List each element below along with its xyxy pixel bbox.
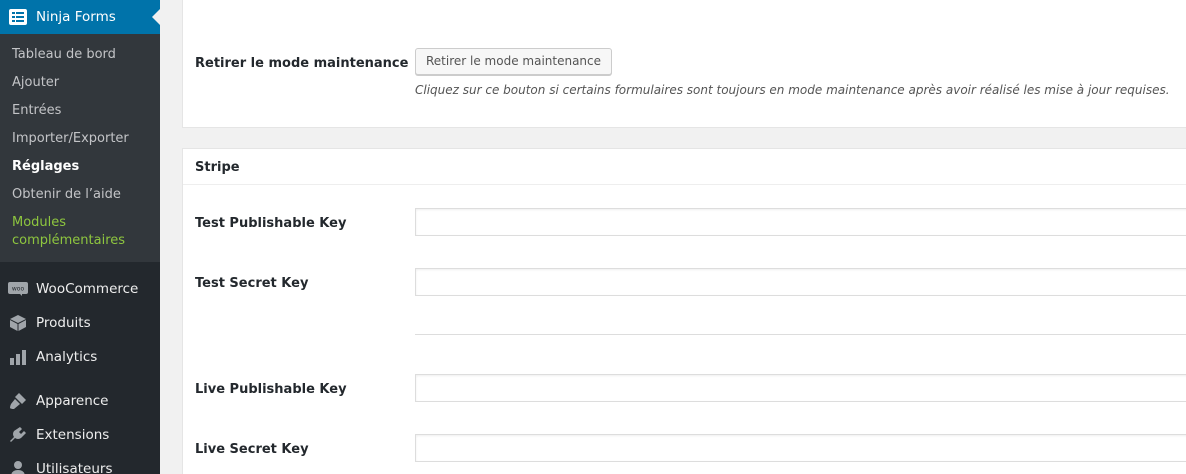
live-publishable-key-input[interactable]	[415, 374, 1186, 402]
bar-chart-icon	[8, 347, 28, 367]
live-secret-key-label: Live Secret Key	[195, 442, 309, 457]
test-publishable-key-input[interactable]	[415, 208, 1186, 236]
settings-content: Retirer le mode maintenance Retirer le m…	[160, 0, 1186, 474]
stripe-card: Stripe Test Publishable Key Test Secret …	[182, 148, 1186, 474]
live-secret-key-input[interactable]	[415, 434, 1186, 462]
menu-analytics-label: Analytics	[36, 349, 98, 365]
submenu-importer-exporter[interactable]: Importer/Exporter	[0, 130, 160, 148]
maintenance-description: Cliquez sur ce bouton si certains formul…	[415, 83, 1170, 97]
menu-extensions[interactable]: Extensions	[0, 418, 160, 452]
menu-produits[interactable]: Produits	[0, 306, 160, 340]
test-publishable-key-label: Test Publishable Key	[195, 216, 347, 231]
ninja-forms-submenu: Tableau de bord Ajouter Entrées Importer…	[0, 34, 160, 262]
user-icon	[8, 459, 28, 474]
menu-woocommerce[interactable]: woo WooCommerce	[0, 272, 160, 306]
menu-utilisateurs[interactable]: Utilisateurs	[0, 452, 160, 474]
test-secret-key-input[interactable]	[415, 268, 1186, 296]
submenu-tableau-de-bord[interactable]: Tableau de bord	[0, 46, 160, 64]
stripe-header: Stripe	[183, 149, 1186, 185]
menu-analytics[interactable]: Analytics	[0, 340, 160, 374]
menu-extensions-label: Extensions	[36, 427, 110, 443]
menu-woocommerce-label: WooCommerce	[36, 281, 139, 297]
current-menu-arrow	[152, 9, 160, 25]
stripe-title: Stripe	[195, 160, 240, 175]
woocommerce-icon: woo	[8, 279, 28, 299]
submenu-entrees[interactable]: Entrées	[0, 102, 160, 120]
menu-ninja-forms-label: Ninja Forms	[36, 9, 116, 25]
admin-sidebar: Ninja Forms Tableau de bord Ajouter Entr…	[0, 0, 160, 474]
stripe-divider	[415, 334, 1186, 335]
submenu-ajouter[interactable]: Ajouter	[0, 74, 160, 92]
box-icon	[8, 313, 28, 333]
test-secret-key-label: Test Secret Key	[195, 276, 309, 291]
submenu-obtenir-aide[interactable]: Obtenir de l’aide	[0, 186, 160, 204]
submenu-reglages[interactable]: Réglages	[0, 158, 160, 176]
svg-text:woo: woo	[12, 286, 25, 293]
maintenance-card: Retirer le mode maintenance Retirer le m…	[182, 0, 1186, 128]
menu-produits-label: Produits	[36, 315, 91, 331]
live-publishable-key-label: Live Publishable Key	[195, 382, 347, 397]
menu-apparence[interactable]: Apparence	[0, 384, 160, 418]
menu-utilisateurs-label: Utilisateurs	[36, 461, 113, 474]
submenu-modules-complementaires[interactable]: Modules complémentaires	[0, 214, 160, 250]
menu-ninja-forms[interactable]: Ninja Forms	[0, 0, 160, 34]
plugin-icon	[8, 425, 28, 445]
menu-apparence-label: Apparence	[36, 393, 109, 409]
maintenance-label: Retirer le mode maintenance	[195, 56, 409, 71]
ninja-forms-icon	[8, 7, 28, 27]
remove-maintenance-button[interactable]: Retirer le mode maintenance	[415, 48, 613, 75]
paintbrush-icon	[8, 391, 28, 411]
